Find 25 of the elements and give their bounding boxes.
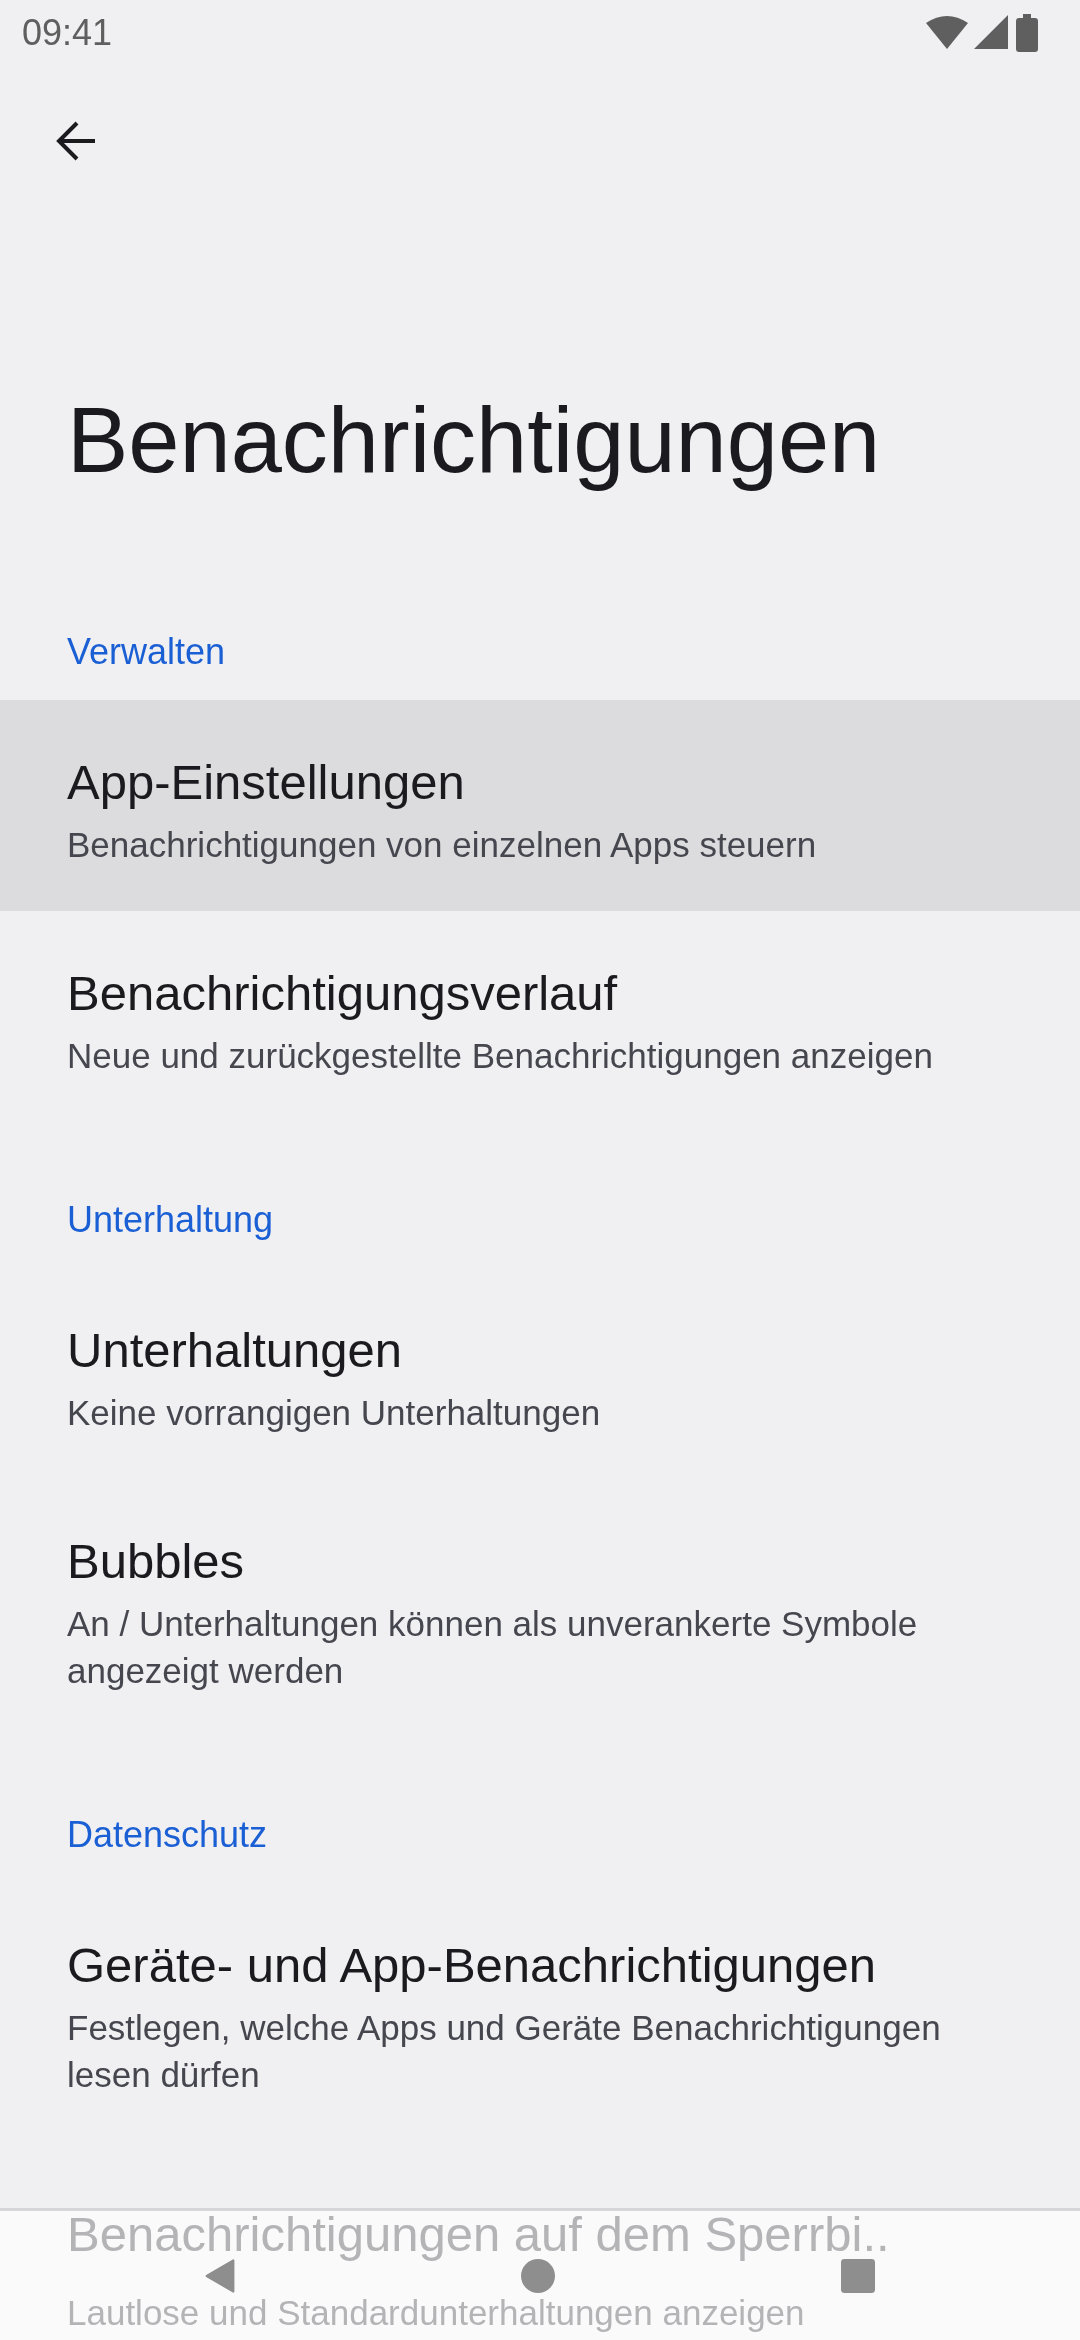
- item-title: App-Einstellungen: [67, 754, 466, 811]
- settings-item[interactable]: Unterhaltungen Keine vorrangigen Unterhaltungen: [0, 1268, 1080, 1479]
- section-header: Datenschutz: [67, 1814, 268, 1855]
- item-summary: An / Unterhaltungen können als unverankerte Symbole angezeigt werden: [67, 1603, 919, 1692]
- home-nav-icon[interactable]: [521, 2258, 555, 2293]
- item-title: Geräte- und App-Benachrichtigungen: [67, 1937, 878, 1994]
- signal-icon: [974, 15, 1010, 51]
- settings-item[interactable]: Geräte- und App-Benachrichtigungen Festlegen, welche Apps und Geräte Benachrichtigungen lesen dürfen: [0, 1883, 1080, 2141]
- section-header: Verwalten: [67, 631, 226, 672]
- item-title: Bubbles: [67, 1533, 246, 1590]
- status-time: 09:41: [22, 11, 113, 55]
- settings-item[interactable]: Benachrichtigungsverlauf Neue und zurückgestellte Benachrichtigungen anzeigen: [0, 911, 1080, 1122]
- section-header: Unterhaltung: [67, 1199, 274, 1240]
- settings-item[interactable]: App-Einstellungen Benachrichtigungen von einzelnen Apps steuern: [0, 700, 1080, 911]
- item-summary: Festlegen, welche Apps und Geräte Benachrichtigungen lesen dürfen: [67, 2007, 942, 2096]
- page-title: Benachrichtigungen: [67, 388, 882, 493]
- item-summary: Neue und zurückgestellte Benachrichtigungen anzeigen: [67, 1035, 934, 1077]
- item-summary: Lautlose und Standardunterhaltungen anzeigen: [67, 2293, 806, 2333]
- item-summary: Benachrichtigungen von einzelnen Apps steuern: [67, 824, 818, 866]
- item-summary: Keine vorrangigen Unterhaltungen: [67, 1392, 602, 1434]
- settings-item[interactable]: Bubbles An / Unterhaltungen können als unverankerte Symbole angezeigt werden: [0, 1479, 1080, 1737]
- wifi-icon: [926, 15, 968, 51]
- item-title: Benachrichtigungsverlauf: [67, 965, 619, 1022]
- battery-icon: [1016, 14, 1038, 52]
- item-title: Unterhaltungen: [67, 1322, 404, 1379]
